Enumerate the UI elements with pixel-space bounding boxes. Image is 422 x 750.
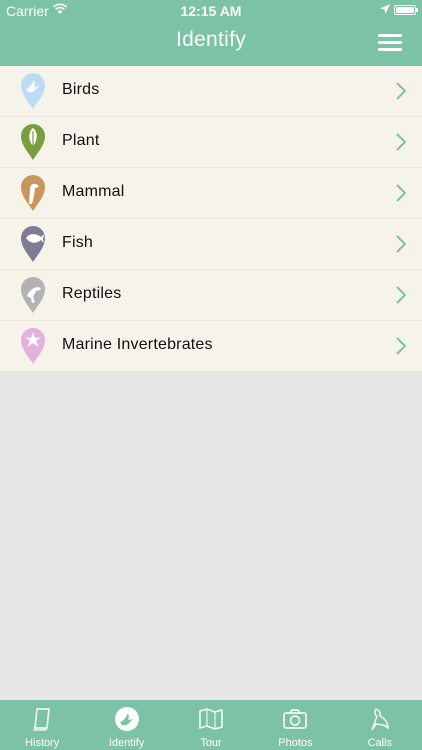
hamburger-icon [378, 34, 402, 37]
category-label: Mammal [62, 183, 125, 200]
page-title: Identify [175, 28, 247, 51]
category-row-birds[interactable]: Birds [0, 66, 422, 117]
reptile-pin-icon [21, 277, 45, 313]
category-row-mammal[interactable]: Mammal [0, 168, 422, 219]
category-row-plant[interactable]: Plant [0, 117, 422, 168]
tab-identify[interactable]: Identify [84, 700, 168, 750]
hamburger-menu-button[interactable] [378, 32, 402, 52]
camera-icon [283, 709, 308, 729]
tab-label: History [25, 737, 60, 749]
category-row-marine-invertebrates[interactable]: Marine Invertebrates [0, 321, 422, 372]
status-time: 12:15 AM [180, 3, 242, 19]
chevron-right-icon [396, 184, 406, 202]
tab-label: Identify [108, 737, 145, 749]
bird-call-icon [371, 708, 389, 731]
tab-label: Tour [200, 737, 222, 749]
marine-pin-icon [21, 328, 45, 364]
chevron-right-icon [396, 133, 406, 151]
location-arrow-icon [380, 4, 390, 14]
battery-icon [394, 5, 418, 15]
category-row-reptiles[interactable]: Reptiles [0, 270, 422, 321]
tab-history[interactable]: History [0, 700, 84, 750]
bird-pin-icon [21, 73, 45, 109]
category-label: Plant [62, 132, 100, 149]
category-list: Birds Plant Mammal Fish Reptiles Marine … [0, 66, 422, 372]
fish-pin-icon [21, 226, 45, 262]
tab-calls[interactable]: Calls [338, 700, 422, 750]
identify-icon [114, 707, 139, 731]
status-bar: Carrier 12:15 AM [0, 0, 422, 22]
book-icon [33, 708, 51, 731]
chevron-right-icon [396, 82, 406, 100]
category-label: Birds [62, 81, 100, 98]
chevron-right-icon [396, 337, 406, 355]
tab-photos[interactable]: Photos [253, 700, 337, 750]
tab-label: Photos [278, 737, 313, 749]
chevron-right-icon [396, 286, 406, 304]
map-icon [199, 708, 223, 730]
category-label: Fish [62, 234, 94, 251]
leaf-pin-icon [21, 124, 45, 160]
mammal-pin-icon [21, 175, 45, 211]
tab-bar: History Identify Tour Photos Calls [0, 700, 422, 750]
tab-label: Calls [367, 737, 393, 749]
category-label: Reptiles [62, 285, 122, 302]
category-row-fish[interactable]: Fish [0, 219, 422, 270]
chevron-right-icon [396, 235, 406, 253]
tab-tour[interactable]: Tour [169, 700, 253, 750]
header: Carrier 12:15 AM Identify [0, 0, 422, 66]
category-label: Marine Invertebrates [62, 336, 213, 353]
